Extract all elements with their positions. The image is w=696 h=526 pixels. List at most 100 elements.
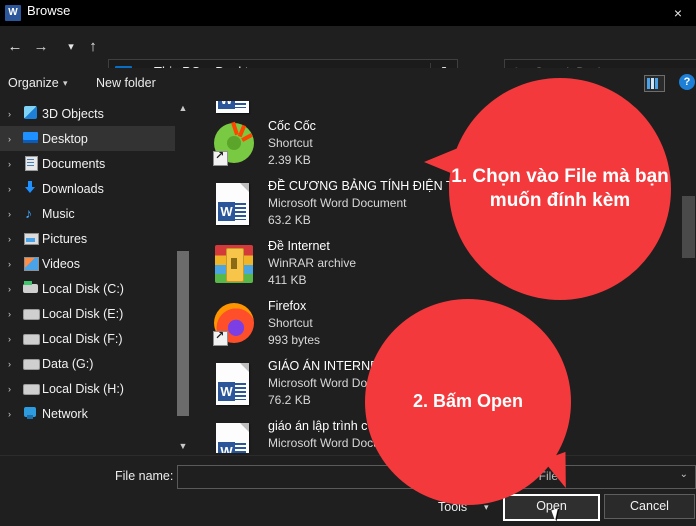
new-folder-button[interactable]: New folder [96, 76, 156, 90]
annotation-step-1: 1. Chọn vào File mà bạn muốn đính kèm [449, 78, 671, 300]
scrollbar-thumb[interactable] [682, 196, 695, 258]
sidebar-item-network[interactable]: › Network [0, 401, 175, 426]
sidebar-item-label: Pictures [42, 232, 88, 246]
title-bar: W Browse × [0, 0, 696, 26]
sidebar-item-local-disk-e[interactable]: › Local Disk (E:) [0, 301, 175, 326]
arrow-up-icon[interactable]: ↑ [80, 34, 106, 60]
word-icon: W [5, 5, 21, 21]
chevron-right-icon[interactable]: › [8, 252, 22, 277]
close-icon[interactable]: × [666, 3, 690, 23]
sidebar-item-music[interactable]: › ♪ Music [0, 201, 175, 226]
arrow-right-icon[interactable]: → [28, 34, 54, 60]
chevron-down-icon[interactable]: ▾ [63, 78, 68, 89]
sidebar-item-label: Local Disk (E:) [42, 307, 124, 321]
sidebar-item-label: Local Disk (F:) [42, 332, 123, 346]
sidebar-item-desktop[interactable]: › Desktop [0, 126, 175, 151]
chevron-right-icon[interactable]: › [8, 402, 22, 427]
chevron-right-icon[interactable]: › [8, 152, 22, 177]
window-title: Browse [27, 3, 71, 18]
annotation-step-2: 2. Bấm Open [365, 299, 571, 505]
word-doc-icon: W [212, 181, 258, 227]
view-layout-icon[interactable] [644, 75, 665, 92]
file-type: WinRAR archive [268, 256, 357, 270]
file-size: 2.39 KB [268, 153, 311, 167]
sidebar-item-videos[interactable]: › Videos [0, 251, 175, 276]
chevron-right-icon[interactable]: › [8, 377, 22, 402]
system-drive-icon [22, 280, 42, 296]
file-name-label: File name: [115, 469, 174, 483]
sidebar-item-label: Network [42, 407, 88, 421]
file-size: 411 KB [268, 273, 307, 287]
sidebar-item-label: Data (G:) [42, 357, 94, 371]
sidebar-item-label: Desktop [42, 132, 88, 146]
file-name: Cốc Cốc [268, 119, 316, 133]
sidebar-scrollbar[interactable]: ▲ ▼ [176, 101, 190, 453]
arrow-left-icon[interactable]: ← [2, 34, 28, 60]
chevron-right-icon[interactable]: › [8, 352, 22, 377]
chevron-right-icon[interactable]: › [8, 102, 22, 127]
pictures-icon [22, 230, 42, 246]
navigation-pane: › 3D Objects › Desktop › Documents › Downloads ›… [0, 101, 175, 453]
sidebar-item-label: 3D Objects [42, 107, 104, 121]
navigation-bar: ← → ▾ ↑ ›This PC›Desktop ⌄ ↻ ⚲ Search De… [0, 26, 696, 88]
chevron-down-icon[interactable]: ▼ [176, 439, 190, 453]
word-doc-icon: W [212, 361, 258, 407]
sidebar-item-documents[interactable]: › Documents [0, 151, 175, 176]
file-name: Firefox [268, 299, 307, 313]
chevron-right-icon[interactable]: › [8, 277, 22, 302]
sidebar-item-label: Downloads [42, 182, 104, 196]
file-info: Firefox Shortcut 993 bytes [268, 297, 320, 349]
chevron-right-icon[interactable]: › [8, 327, 22, 352]
shortcut-overlay-icon [213, 329, 228, 346]
chevron-right-icon[interactable]: › [8, 227, 22, 252]
drive-icon [22, 355, 42, 371]
sidebar-item-label: Local Disk (H:) [42, 382, 124, 396]
sidebar-item-label: Videos [42, 257, 80, 271]
sidebar-item-local-disk-f[interactable]: › Local Disk (F:) [0, 326, 175, 351]
drive-icon [22, 380, 42, 396]
shortcut-overlay-icon [213, 149, 228, 166]
sidebar-item-label: Local Disk (C:) [42, 282, 124, 296]
file-size: 993 bytes [268, 333, 321, 347]
file-type: Shortcut [268, 136, 313, 150]
drive-icon [22, 330, 42, 346]
coccoc-icon [212, 121, 258, 167]
dialog-footer: File name: All Files ⌄ Tools ▾ Open Canc… [0, 455, 696, 526]
sidebar-item-label: Music [42, 207, 75, 221]
chevron-right-icon[interactable]: › [8, 127, 22, 152]
organize-button[interactable]: Organize [8, 76, 59, 90]
open-button[interactable]: Open [503, 494, 600, 521]
sidebar-item-3d-objects[interactable]: › 3D Objects [0, 101, 175, 126]
chevron-right-icon[interactable]: › [8, 177, 22, 202]
file-size: 63.2 KB [268, 213, 311, 227]
sidebar-item-data-g[interactable]: › Data (G:) [0, 351, 175, 376]
file-list-scrollbar[interactable] [681, 101, 696, 453]
music-icon: ♪ [25, 205, 32, 221]
network-icon [22, 405, 42, 421]
file-type: Microsoft Word Document [268, 196, 407, 210]
sidebar-item-pictures[interactable]: › Pictures [0, 226, 175, 251]
chevron-right-icon[interactable]: › [8, 202, 22, 227]
word-doc-icon: W [212, 101, 258, 115]
file-info: Đề Internet WinRAR archive 411 KB [268, 237, 356, 289]
sidebar-item-local-disk-c[interactable]: › Local Disk (C:) [0, 276, 175, 301]
word-doc-icon: W [212, 421, 258, 453]
file-picker-dialog: W Browse × ← → ▾ ↑ ›This PC›Desktop ⌄ ↻ … [0, 0, 696, 526]
desktop-icon [22, 130, 42, 146]
videos-icon [22, 255, 42, 271]
scrollbar-thumb[interactable] [177, 251, 189, 416]
firefox-icon [212, 301, 258, 347]
sidebar-item-downloads[interactable]: › Downloads [0, 176, 175, 201]
file-info: ĐỀ CƯƠNG BẢNG TÍNH ĐIỆN TỬ Microsoft Word… [268, 177, 464, 229]
chevron-right-icon[interactable]: › [8, 302, 22, 327]
winrar-icon [212, 241, 258, 287]
cancel-button[interactable]: Cancel [604, 494, 695, 519]
file-info: Cốc Cốc Shortcut 2.39 KB [268, 117, 316, 169]
sidebar-item-local-disk-h[interactable]: › Local Disk (H:) [0, 376, 175, 401]
help-icon[interactable]: ? [679, 74, 695, 90]
file-name: ĐỀ CƯƠNG BẢNG TÍNH ĐIỆN TỬ [268, 179, 465, 193]
chevron-up-icon[interactable]: ▲ [176, 101, 190, 115]
documents-icon [22, 155, 42, 171]
file-name: Đề Internet [268, 239, 330, 253]
chevron-down-icon: ⌄ [679, 469, 688, 480]
